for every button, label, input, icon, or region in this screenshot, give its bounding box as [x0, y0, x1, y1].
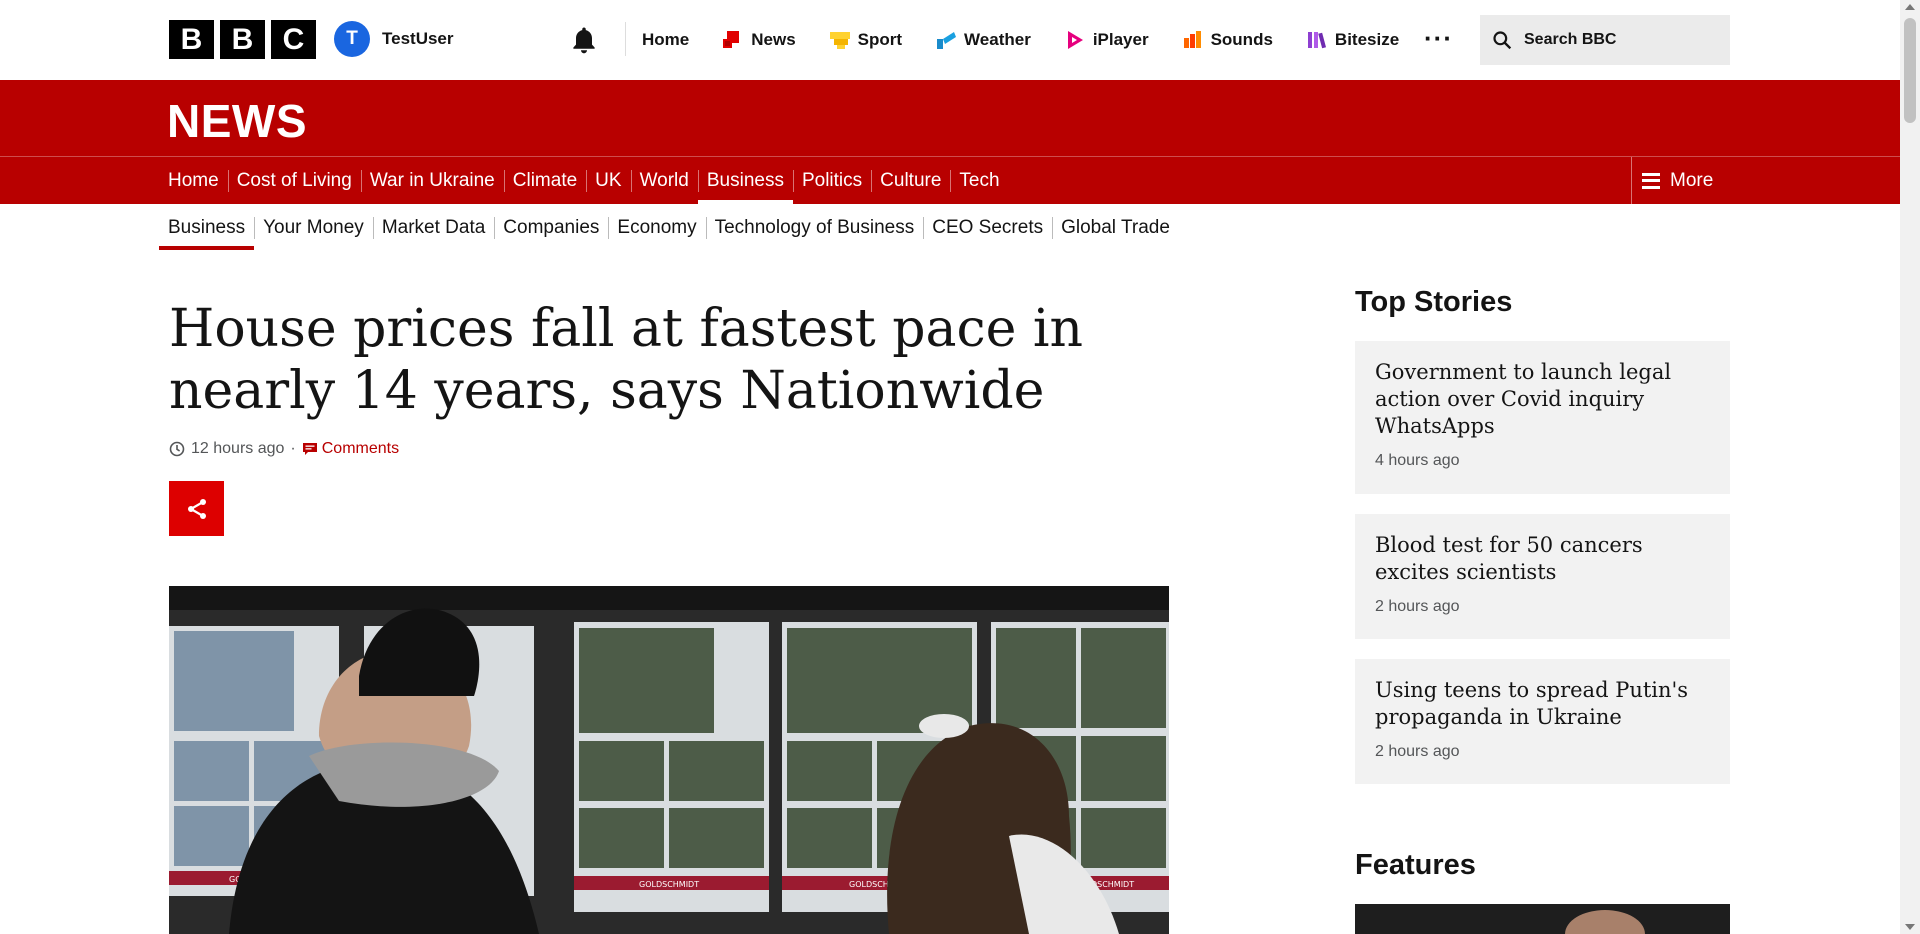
weather-icon [934, 29, 958, 51]
section-nav-item[interactable]: Tech [950, 157, 1008, 204]
bbc-masthead: B B C T TestUser Home News Sport Weather… [0, 0, 1900, 80]
scroll-down-icon[interactable] [1905, 924, 1915, 930]
global-nav-label: Weather [964, 30, 1031, 49]
global-nav-bitesize[interactable]: Bitesize [1289, 0, 1415, 80]
global-nav-weather[interactable]: Weather [918, 0, 1047, 80]
share-button[interactable] [169, 481, 224, 536]
sub-nav-item-active[interactable]: Business [159, 204, 255, 252]
section-nav: Home Cost of Living War in Ukraine Clima… [0, 156, 1900, 204]
news-logo[interactable]: NEWS [167, 94, 307, 148]
hero-sign-text: GOLDSCHMIDT [639, 880, 699, 889]
sub-nav-item[interactable]: Technology of Business [705, 204, 924, 252]
top-story-time: 2 hours ago [1375, 598, 1460, 615]
section-nav-item[interactable]: Cost of Living [227, 157, 361, 204]
news-banner: NEWS [0, 80, 1900, 156]
top-story-time: 2 hours ago [1375, 743, 1460, 760]
account-name: TestUser [382, 29, 454, 48]
article-hero-image: GOLDSCHMIDT GOLDSCHMIDT GOLDSCHMIDT GOLD… [169, 586, 1169, 934]
notifications-bell-icon[interactable] [569, 25, 599, 55]
sub-nav-item[interactable]: Your Money [254, 204, 373, 252]
sub-nav-item[interactable]: CEO Secrets [923, 204, 1052, 252]
bbc-logo-letter: B [169, 20, 214, 59]
global-nav-label: Bitesize [1334, 30, 1400, 49]
search-placeholder: Search BBC [1524, 31, 1617, 48]
section-nav-item[interactable]: World [630, 157, 698, 204]
global-nav-label: News [751, 30, 796, 49]
section-nav-item[interactable]: Culture [871, 157, 950, 204]
feature-image[interactable] [1355, 904, 1730, 934]
sub-nav-item[interactable]: Global Trade [1052, 204, 1179, 252]
bbc-logo[interactable]: B B C [169, 20, 316, 59]
global-nav-more-button[interactable]: ··· [1424, 25, 1453, 51]
top-story-title: Using teens to spread Putin's propaganda… [1375, 678, 1689, 729]
section-nav-item-active[interactable]: Business [697, 157, 794, 204]
comment-icon [302, 443, 317, 455]
top-story-time: 4 hours ago [1375, 452, 1460, 469]
meta-separator: · [290, 440, 296, 457]
sub-nav-item[interactable]: Market Data [372, 204, 494, 252]
top-story-title: Blood test for 50 cancers excites scient… [1375, 533, 1643, 584]
global-nav-sport[interactable]: Sport [812, 0, 918, 80]
page-scrollbar[interactable] [1900, 0, 1920, 934]
iplayer-icon [1063, 29, 1087, 51]
sport-icon [828, 29, 852, 51]
comments-label: Comments [321, 440, 400, 457]
bbc-logo-letter: C [271, 20, 316, 59]
sub-nav-item[interactable]: Economy [608, 204, 705, 252]
clock-icon [169, 441, 185, 457]
global-nav-news[interactable]: News [705, 0, 811, 80]
top-stories-heading: Top Stories [1355, 286, 1513, 318]
global-nav-label: Home [642, 30, 690, 49]
share-icon [187, 498, 206, 519]
article-meta: 12 hours ago · Comments [169, 440, 399, 458]
global-nav-home[interactable]: Home [626, 0, 705, 80]
sounds-icon [1181, 29, 1205, 51]
top-story-title: Government to launch legal action over C… [1375, 360, 1672, 438]
more-label: More [1670, 169, 1714, 191]
account-button[interactable]: T TestUser [334, 21, 454, 57]
avatar: T [334, 21, 370, 57]
global-nav-label: Sport [857, 30, 903, 49]
search-bbc-input[interactable]: Search BBC [1480, 15, 1730, 65]
section-nav-more-button[interactable]: More [1631, 157, 1900, 204]
bbc-global-nav: Home News Sport Weather iPlayer Sounds B… [626, 0, 1415, 80]
comments-link[interactable]: Comments [302, 440, 399, 458]
top-story-card[interactable]: Government to launch legal action over C… [1355, 341, 1730, 494]
section-nav-item[interactable]: Home [159, 157, 228, 204]
top-story-card[interactable]: Blood test for 50 cancers excites scient… [1355, 514, 1730, 639]
article-timestamp: 12 hours ago [191, 440, 285, 457]
section-nav-item[interactable]: War in Ukraine [360, 157, 504, 204]
global-nav-label: Sounds [1210, 30, 1273, 49]
features-heading: Features [1355, 849, 1476, 881]
global-nav-label: iPlayer [1092, 30, 1149, 49]
bbc-logo-letter: B [220, 20, 265, 59]
section-nav-item[interactable]: Politics [792, 157, 871, 204]
global-nav-iplayer[interactable]: iPlayer [1047, 0, 1165, 80]
news-icon [721, 29, 745, 51]
scrollbar-thumb[interactable] [1904, 18, 1916, 123]
top-story-card[interactable]: Using teens to spread Putin's propaganda… [1355, 659, 1730, 784]
business-sub-nav: Business Your Money Market Data Companie… [159, 204, 1179, 252]
section-nav-item[interactable]: UK [586, 157, 630, 204]
section-nav-item[interactable]: Climate [503, 157, 586, 204]
sub-nav-item[interactable]: Companies [494, 204, 608, 252]
scroll-up-icon[interactable] [1905, 4, 1915, 10]
hamburger-icon [1642, 172, 1660, 189]
bitesize-icon [1305, 29, 1329, 51]
search-icon [1493, 31, 1512, 50]
article-headline: House prices fall at fastest pace in nea… [169, 299, 1084, 421]
global-nav-sounds[interactable]: Sounds [1165, 0, 1289, 80]
